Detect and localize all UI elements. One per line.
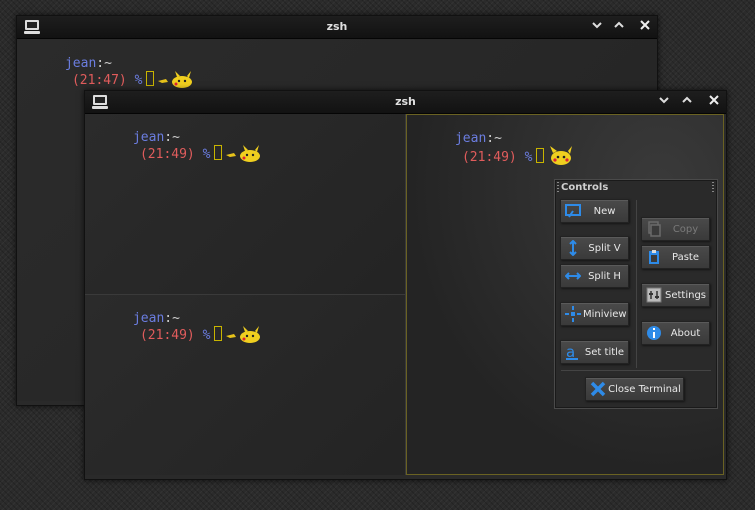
info-icon <box>647 326 661 340</box>
split-h-label: Split H <box>588 271 621 282</box>
split-v-label: Split V <box>588 243 621 254</box>
window-title: zsh <box>326 20 348 33</box>
drag-handle-left[interactable] <box>557 182 559 192</box>
minimize-button[interactable] <box>589 18 605 34</box>
titlebar[interactable]: zsh <box>85 91 726 114</box>
settings-label: Settings <box>664 290 706 301</box>
prompt-time: (21:49) <box>139 147 195 162</box>
new-button[interactable]: New <box>560 199 629 223</box>
close-icon <box>709 95 719 105</box>
vertical-separator <box>636 200 637 368</box>
settings-button[interactable]: Settings <box>641 283 710 307</box>
window-title: zsh <box>395 95 416 108</box>
copy-label: Copy <box>672 224 699 235</box>
maximize-button[interactable] <box>611 18 627 34</box>
pikachu-icon <box>226 145 261 162</box>
prompt-time: (21:47) <box>71 73 127 88</box>
close-terminal-button[interactable]: Close Terminal <box>585 377 684 401</box>
close-icon <box>640 20 650 30</box>
new-terminal-icon <box>565 204 581 218</box>
close-terminal-label: Close Terminal <box>608 384 681 395</box>
controls-title: Controls <box>561 182 609 193</box>
about-button[interactable]: About <box>641 321 710 345</box>
prompt-time: (21:49) <box>139 328 195 343</box>
paste-button[interactable]: Paste <box>641 245 710 269</box>
controls-panel[interactable]: Controls New Split V Split H Miniview a … <box>554 179 718 409</box>
prompt-line-2: (21:49) % <box>93 130 262 178</box>
split-vertical-icon <box>569 240 577 256</box>
chevron-up-icon <box>682 96 692 103</box>
close-button[interactable] <box>706 93 722 109</box>
miniview-button[interactable]: Miniview <box>560 302 629 326</box>
horizontal-separator <box>561 370 711 371</box>
copy-button[interactable]: Copy <box>641 217 710 241</box>
set-title-button[interactable]: a Set title <box>560 340 629 364</box>
split-h-button[interactable]: Split H <box>560 264 629 288</box>
settings-icon <box>646 287 662 303</box>
prompt-symbol: % <box>202 328 211 343</box>
chevron-down-icon <box>592 22 602 29</box>
pikachu-icon <box>226 326 261 343</box>
chevron-up-icon <box>614 21 624 28</box>
terminal-pane-top-left[interactable]: jean:~ (21:49) % <box>85 114 405 295</box>
drag-handle[interactable] <box>712 182 714 192</box>
prompt-symbol: % <box>524 150 533 165</box>
cursor <box>536 148 545 163</box>
cursor <box>146 71 155 86</box>
set-title-label: Set title <box>584 347 625 358</box>
set-title-icon: a <box>566 344 578 360</box>
pikachu-icon <box>158 71 193 88</box>
prompt-symbol: % <box>202 147 211 162</box>
prompt-symbol: % <box>134 73 143 88</box>
split-v-button[interactable]: Split V <box>560 236 629 260</box>
paste-icon <box>649 250 659 264</box>
cursor <box>214 145 223 160</box>
prompt-time: (21:49) <box>461 150 517 165</box>
copy-icon <box>648 221 661 237</box>
maximize-button[interactable] <box>679 93 695 109</box>
split-horizontal-icon <box>565 272 581 280</box>
pikachu-icon <box>550 146 573 165</box>
titlebar[interactable]: zsh <box>17 16 657 39</box>
svg-text:a: a <box>566 344 575 360</box>
prompt-line-2: (21:49) % <box>93 311 262 359</box>
about-label: About <box>670 328 701 339</box>
chevron-down-icon <box>659 97 669 104</box>
new-label: New <box>593 206 616 217</box>
terminal-pane-bottom-left[interactable]: jean:~ (21:49) % <box>85 295 405 475</box>
close-icon <box>590 381 606 397</box>
paste-label: Paste <box>672 252 699 263</box>
prompt-line-2: (21:49) % <box>415 131 574 181</box>
minimize-button[interactable] <box>656 93 672 109</box>
close-button[interactable] <box>637 18 653 34</box>
miniview-label: Miniview <box>583 309 627 320</box>
miniview-icon <box>565 306 581 322</box>
cursor <box>214 326 223 341</box>
